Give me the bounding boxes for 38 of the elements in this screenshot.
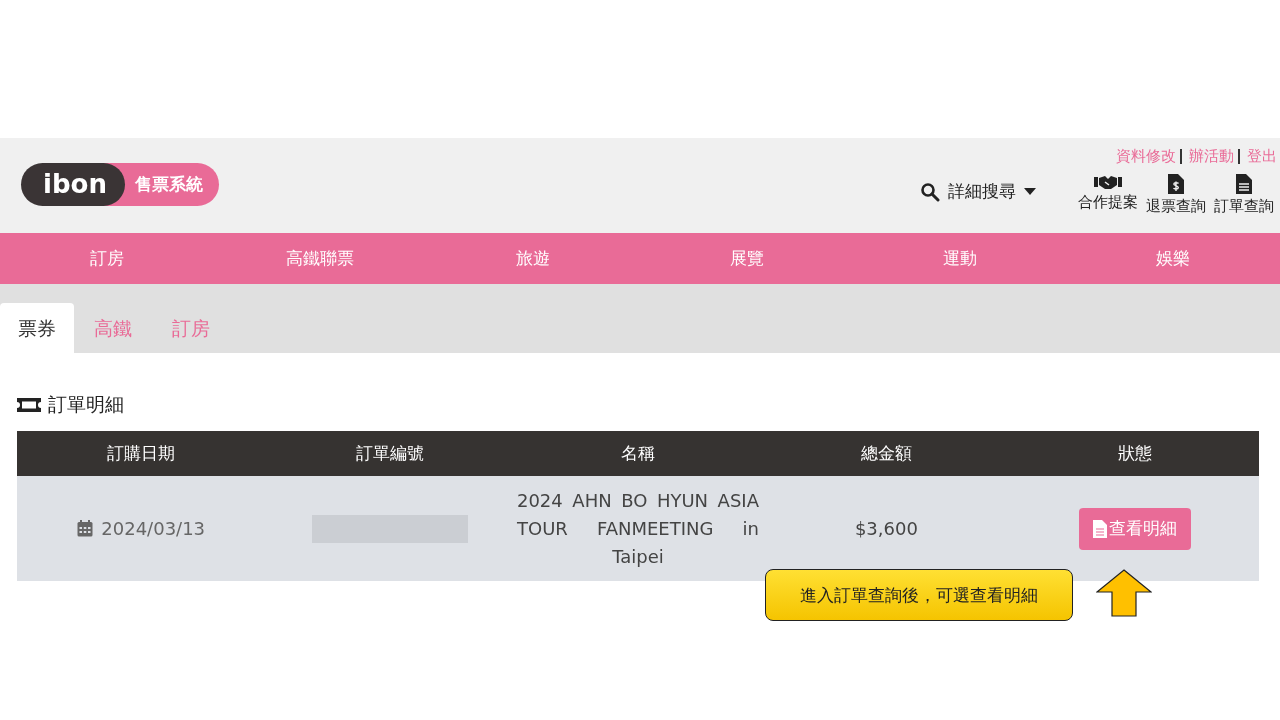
shortcut-button[interactable]: 訂單查詢 bbox=[1214, 174, 1274, 216]
header-link[interactable]: 登出 bbox=[1244, 147, 1280, 166]
nav-item[interactable]: 運動 bbox=[853, 233, 1067, 284]
dollar-document-icon bbox=[1168, 174, 1184, 194]
event-name: 2024 AHN BO HYUN ASIA TOUR FANMEETING in Taipei bbox=[516, 488, 759, 569]
section-title: 訂單明細 bbox=[48, 392, 124, 417]
order-date: 2024/03/13 bbox=[101, 518, 206, 539]
callout-box: 進入訂單查詢後，可選查看明細 bbox=[765, 569, 1073, 621]
view-details-button[interactable]: 查看明細 bbox=[1078, 507, 1191, 550]
shortcut-button[interactable]: 退票查詢 bbox=[1146, 174, 1206, 216]
tab[interactable]: 訂房 bbox=[152, 303, 230, 353]
column-header: 訂購日期 bbox=[17, 431, 266, 476]
logo-brand: ibon bbox=[21, 163, 125, 206]
column-header: 狀態 bbox=[1010, 431, 1259, 476]
document-icon bbox=[1236, 174, 1252, 194]
nav-item[interactable]: 高鐵聯票 bbox=[213, 233, 427, 284]
header-link[interactable]: 資料修改 bbox=[1113, 147, 1179, 166]
handshake-icon bbox=[1094, 174, 1122, 190]
column-header: 訂單編號 bbox=[265, 431, 514, 476]
document-icon bbox=[1092, 519, 1107, 538]
advanced-search-dropdown[interactable]: 詳細搜尋 bbox=[920, 180, 1036, 203]
tab[interactable]: 票券 bbox=[0, 303, 74, 353]
nav-item[interactable]: 娛樂 bbox=[1066, 233, 1280, 284]
nav-item[interactable]: 展覽 bbox=[640, 233, 854, 284]
nav-item[interactable]: 旅遊 bbox=[426, 233, 640, 284]
header-link[interactable]: 辦活動 bbox=[1186, 147, 1237, 166]
column-header: 總金額 bbox=[762, 431, 1011, 476]
search-icon bbox=[920, 181, 940, 202]
calendar-icon bbox=[77, 520, 94, 537]
tab[interactable]: 高鐵 bbox=[74, 303, 152, 353]
logo[interactable]: ibon 售票系統 bbox=[21, 163, 219, 206]
nav-item[interactable]: 訂房 bbox=[0, 233, 214, 284]
caret-icon bbox=[1024, 187, 1036, 196]
total-amount: $3,600 bbox=[854, 518, 918, 539]
shortcut-button[interactable]: 合作提案 bbox=[1078, 174, 1138, 212]
ticket-icon bbox=[17, 397, 41, 413]
up-arrow-icon bbox=[1096, 569, 1152, 617]
column-header: 名稱 bbox=[513, 431, 763, 476]
